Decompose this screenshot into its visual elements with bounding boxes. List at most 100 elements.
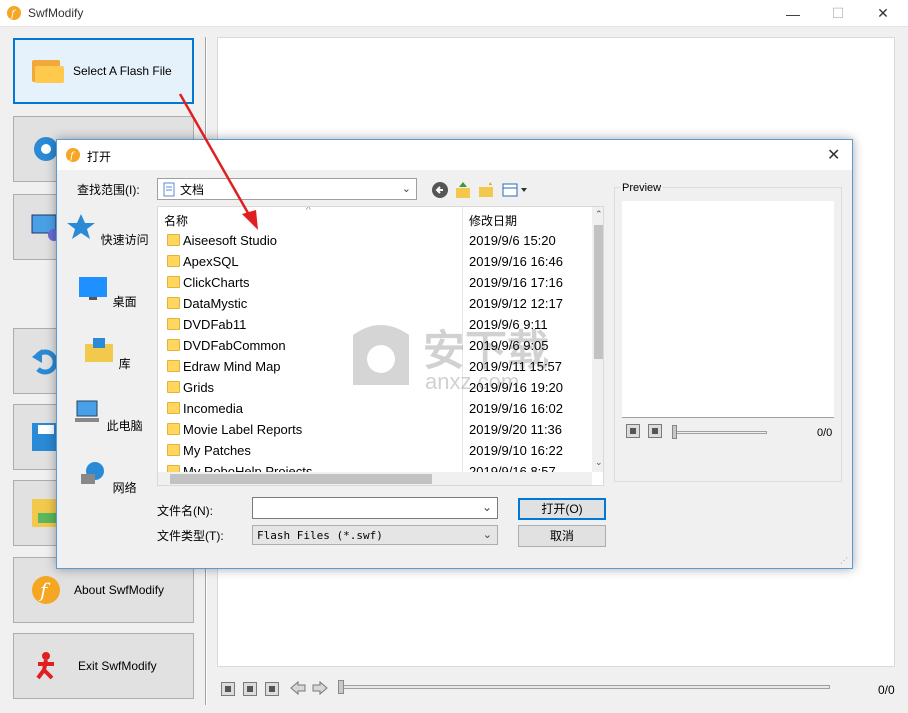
place-label: 此电脑: [106, 419, 143, 433]
file-row[interactable]: Movie Label Reports 2019/9/20 11:36: [158, 419, 588, 440]
filetype-select[interactable]: Flash Files (*.swf) ⌄: [252, 525, 498, 545]
sort-up-icon: ^: [306, 206, 311, 216]
file-name: Grids: [183, 380, 215, 395]
folder-icon: [167, 402, 180, 414]
place-label: 快速访问: [100, 233, 149, 247]
up-folder-icon[interactable]: [454, 181, 472, 199]
desktop-icon: [79, 277, 108, 300]
folder-icon: [167, 276, 180, 288]
folder-icon: [167, 339, 180, 351]
timeline-slider[interactable]: [340, 685, 830, 689]
player-controls: [217, 672, 907, 706]
places-bar: 快速访问 桌面 库 此电脑 网络: [65, 206, 149, 495]
filename-label: 文件名(N):: [157, 504, 213, 518]
network-icon: [81, 462, 105, 484]
scroll-up-icon[interactable]: ⌃: [595, 209, 603, 220]
dialog-logo-icon: f: [66, 148, 80, 162]
preview-divider: [622, 417, 834, 419]
folder-icon: [167, 381, 180, 393]
filetype-label: 文件类型(T):: [157, 529, 224, 543]
open-button[interactable]: 打开(O): [518, 498, 606, 520]
file-name: Movie Label Reports: [183, 422, 303, 437]
folder-icon: [167, 297, 180, 309]
preview-stop-button[interactable]: [648, 424, 662, 438]
select-flash-file-label: Select A Flash File: [73, 64, 172, 78]
pause-button[interactable]: [265, 682, 279, 696]
file-name: DVDFabCommon: [183, 338, 286, 353]
chevron-down-icon: ⌄: [482, 529, 492, 541]
file-name: Incomedia: [183, 401, 243, 416]
stop-button[interactable]: [243, 682, 257, 696]
shield-logo-icon: [353, 325, 409, 385]
file-row[interactable]: Incomedia 2019/9/16 16:02: [158, 398, 588, 419]
place-desktop[interactable]: 桌面: [65, 274, 149, 310]
folder-icon: [167, 360, 180, 372]
exit-label: Exit SwfModify: [78, 659, 157, 673]
timeline-slider-thumb[interactable]: [338, 680, 344, 694]
preview-label: Preview: [620, 182, 664, 194]
preview-box: [622, 201, 834, 417]
file-row[interactable]: My RoboHelp Projects 2019/9/16 8:57: [158, 461, 588, 472]
cancel-button[interactable]: 取消: [518, 525, 606, 547]
place-label: 网络: [112, 481, 137, 495]
folder-icon: [167, 465, 180, 472]
filename-input[interactable]: ⌄: [252, 497, 498, 519]
preview-slider-thumb[interactable]: [672, 425, 677, 439]
file-date: 2019/9/16 16:46: [469, 254, 563, 269]
file-name: DVDFab11: [183, 317, 247, 332]
exit-button[interactable]: Exit SwfModify: [13, 633, 194, 699]
column-header-date[interactable]: 修改日期: [469, 212, 517, 229]
file-date: 2019/9/16 17:16: [469, 275, 563, 290]
star-icon: [67, 214, 96, 239]
prev-arrow-icon[interactable]: [289, 680, 307, 696]
file-name: My Patches: [183, 443, 251, 458]
dialog-close-button[interactable]: ✕: [827, 145, 840, 165]
select-flash-file-button[interactable]: Select A Flash File: [13, 38, 194, 104]
about-label: About SwfModify: [74, 583, 165, 597]
place-network[interactable]: 网络: [65, 460, 149, 496]
close-button[interactable]: ✕: [860, 0, 906, 27]
file-name: Edraw Mind Map: [183, 359, 281, 374]
next-arrow-icon[interactable]: [311, 680, 329, 696]
file-date: 2019/9/16 16:02: [469, 401, 563, 416]
file-date: 2019/9/10 16:22: [469, 443, 563, 458]
file-name: DataMystic: [183, 296, 248, 311]
file-row[interactable]: DataMystic 2019/9/12 12:17: [158, 293, 588, 314]
horizontal-scroll-thumb[interactable]: [170, 474, 432, 484]
place-this-pc[interactable]: 此电脑: [65, 398, 149, 434]
preview-slider[interactable]: [674, 431, 767, 434]
dialog-title: 打开: [87, 150, 112, 164]
file-row[interactable]: My Patches 2019/9/10 16:22: [158, 440, 588, 461]
folder-icon: [167, 444, 180, 456]
resize-grip-icon[interactable]: ⋰: [840, 556, 848, 565]
flash-logo-icon: f: [32, 576, 60, 604]
file-date: 2019/9/6 15:20: [469, 233, 556, 248]
annotation-arrow: [178, 93, 258, 230]
library-icon: [85, 338, 114, 362]
file-row[interactable]: ApexSQL 2019/9/16 16:46: [158, 251, 588, 272]
place-quick-access[interactable]: 快速访问: [65, 212, 149, 248]
scroll-down-icon[interactable]: ⌄: [595, 457, 603, 468]
preview-play-button[interactable]: [626, 424, 640, 438]
chevron-down-icon: ⌄: [401, 183, 411, 195]
place-library[interactable]: 库: [65, 336, 149, 372]
folder-icon: [167, 318, 180, 330]
place-label: 桌面: [112, 295, 137, 309]
file-date: 2019/9/12 12:17: [469, 296, 563, 311]
file-date: 2019/9/20 11:36: [469, 422, 563, 437]
back-icon[interactable]: [431, 181, 449, 199]
watermark-sub: anxz.com: [425, 369, 520, 394]
preview-counter: 0/0: [817, 427, 833, 439]
view-menu-icon[interactable]: [501, 181, 529, 199]
vertical-scroll-thumb[interactable]: [594, 225, 603, 359]
play-button[interactable]: [221, 682, 235, 696]
minimize-button[interactable]: —: [770, 0, 816, 27]
app-title: SwfModify: [28, 6, 84, 20]
chevron-down-icon[interactable]: ⌄: [482, 500, 492, 514]
maximize-button[interactable]: ☐: [815, 0, 861, 27]
frame-counter: 0/0: [878, 683, 895, 697]
file-date: 2019/9/16 8:57: [469, 464, 556, 472]
place-label: 库: [118, 357, 131, 371]
file-row[interactable]: ClickCharts 2019/9/16 17:16: [158, 272, 588, 293]
new-folder-icon[interactable]: [477, 181, 495, 199]
